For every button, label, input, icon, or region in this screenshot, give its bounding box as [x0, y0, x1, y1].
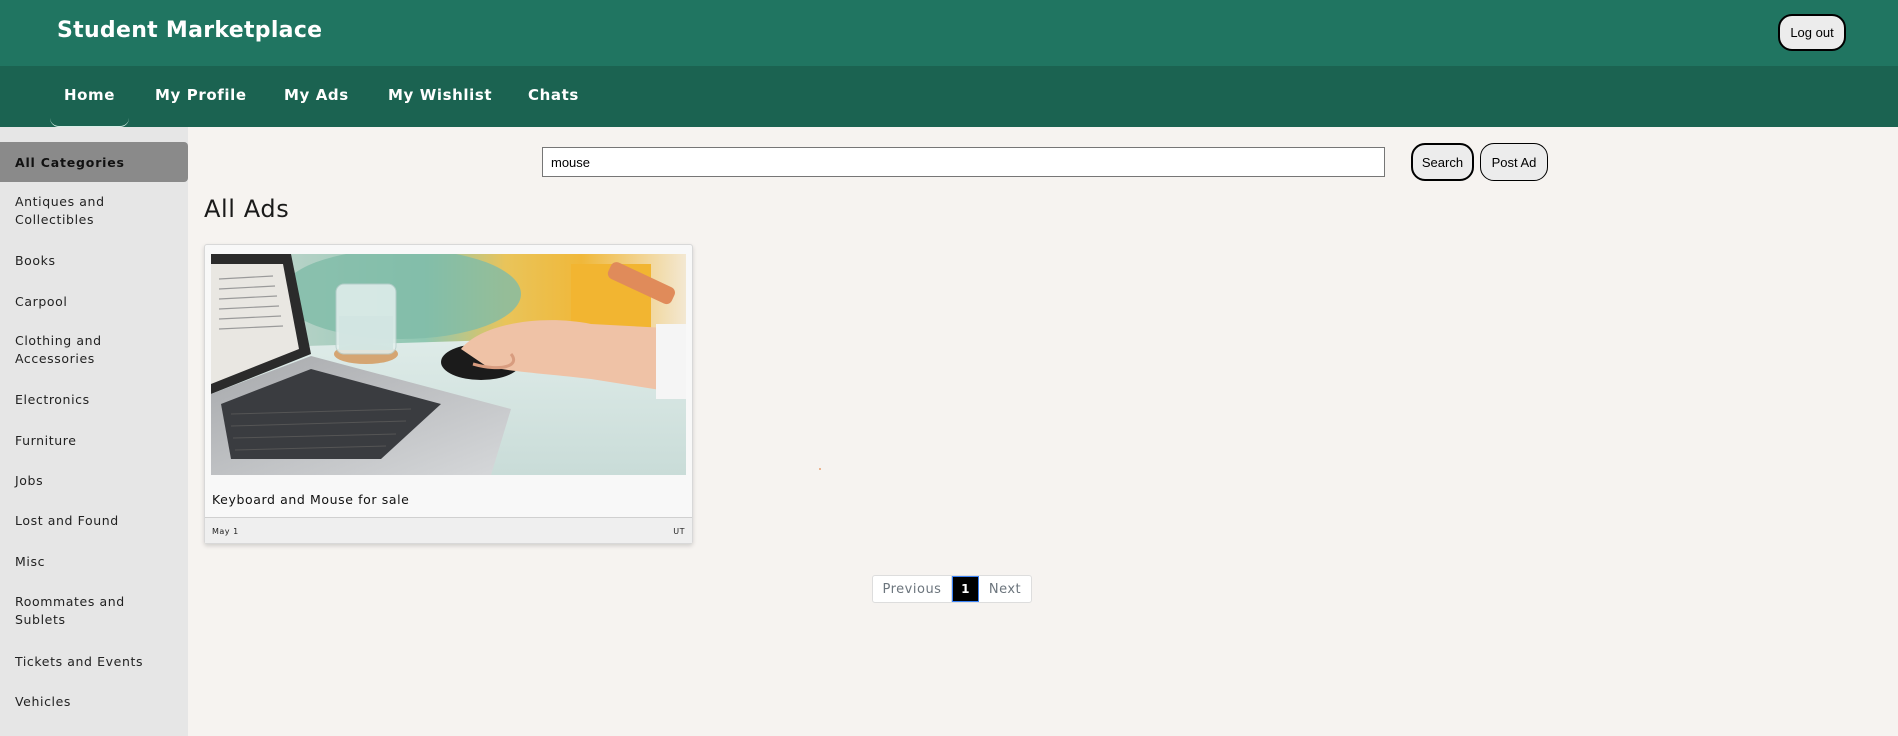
- ad-title[interactable]: Keyboard and Mouse for sale: [212, 492, 409, 507]
- nav-my-wishlist[interactable]: My Wishlist: [388, 86, 492, 104]
- ad-date: May 1: [212, 527, 239, 536]
- category-item[interactable]: Electronics: [15, 391, 175, 409]
- nav-home[interactable]: Home: [49, 86, 130, 127]
- category-item[interactable]: Tickets and Events: [15, 653, 175, 671]
- category-sidebar: All Categories Antiques and Collectibles…: [0, 127, 188, 736]
- logout-button[interactable]: Log out: [1778, 14, 1846, 51]
- category-item[interactable]: Misc: [15, 553, 175, 571]
- search-input[interactable]: [542, 147, 1385, 177]
- nav-bar: Home My Profile My Ads My Wishlist Chats: [0, 66, 1898, 127]
- top-bar: Student Marketplace Log out: [0, 0, 1898, 66]
- brand-title[interactable]: Student Marketplace: [57, 18, 322, 43]
- nav-my-profile[interactable]: My Profile: [155, 86, 247, 104]
- category-item[interactable]: Jobs: [15, 472, 175, 490]
- category-all[interactable]: All Categories: [0, 142, 188, 182]
- next-page-button[interactable]: Next: [979, 576, 1031, 602]
- post-ad-button[interactable]: Post Ad: [1480, 143, 1548, 181]
- search-button[interactable]: Search: [1411, 143, 1474, 181]
- category-item[interactable]: Lost and Found: [15, 512, 175, 530]
- decorative-dot: [819, 468, 821, 470]
- ad-footer: May 1 UT: [205, 517, 692, 543]
- category-item[interactable]: Books: [15, 252, 175, 270]
- nav-my-ads[interactable]: My Ads: [284, 86, 349, 104]
- ad-card[interactable]: Keyboard and Mouse for sale May 1 UT: [204, 244, 693, 544]
- category-item[interactable]: Vehicles: [15, 693, 175, 711]
- category-item[interactable]: Carpool: [15, 293, 175, 311]
- page-title: All Ads: [204, 195, 290, 223]
- previous-page-button[interactable]: Previous: [873, 576, 952, 602]
- nav-chats[interactable]: Chats: [528, 86, 579, 104]
- ad-image[interactable]: [211, 254, 686, 475]
- pagination: Previous 1 Next: [872, 575, 1032, 603]
- category-item[interactable]: Antiques and Collectibles: [15, 193, 175, 229]
- category-item[interactable]: Roommates and Sublets: [15, 593, 175, 629]
- category-item[interactable]: Clothing and Accessories: [15, 332, 175, 368]
- page-1-button[interactable]: 1: [952, 576, 979, 602]
- ad-location: UT: [673, 527, 685, 536]
- category-item[interactable]: Furniture: [15, 432, 175, 450]
